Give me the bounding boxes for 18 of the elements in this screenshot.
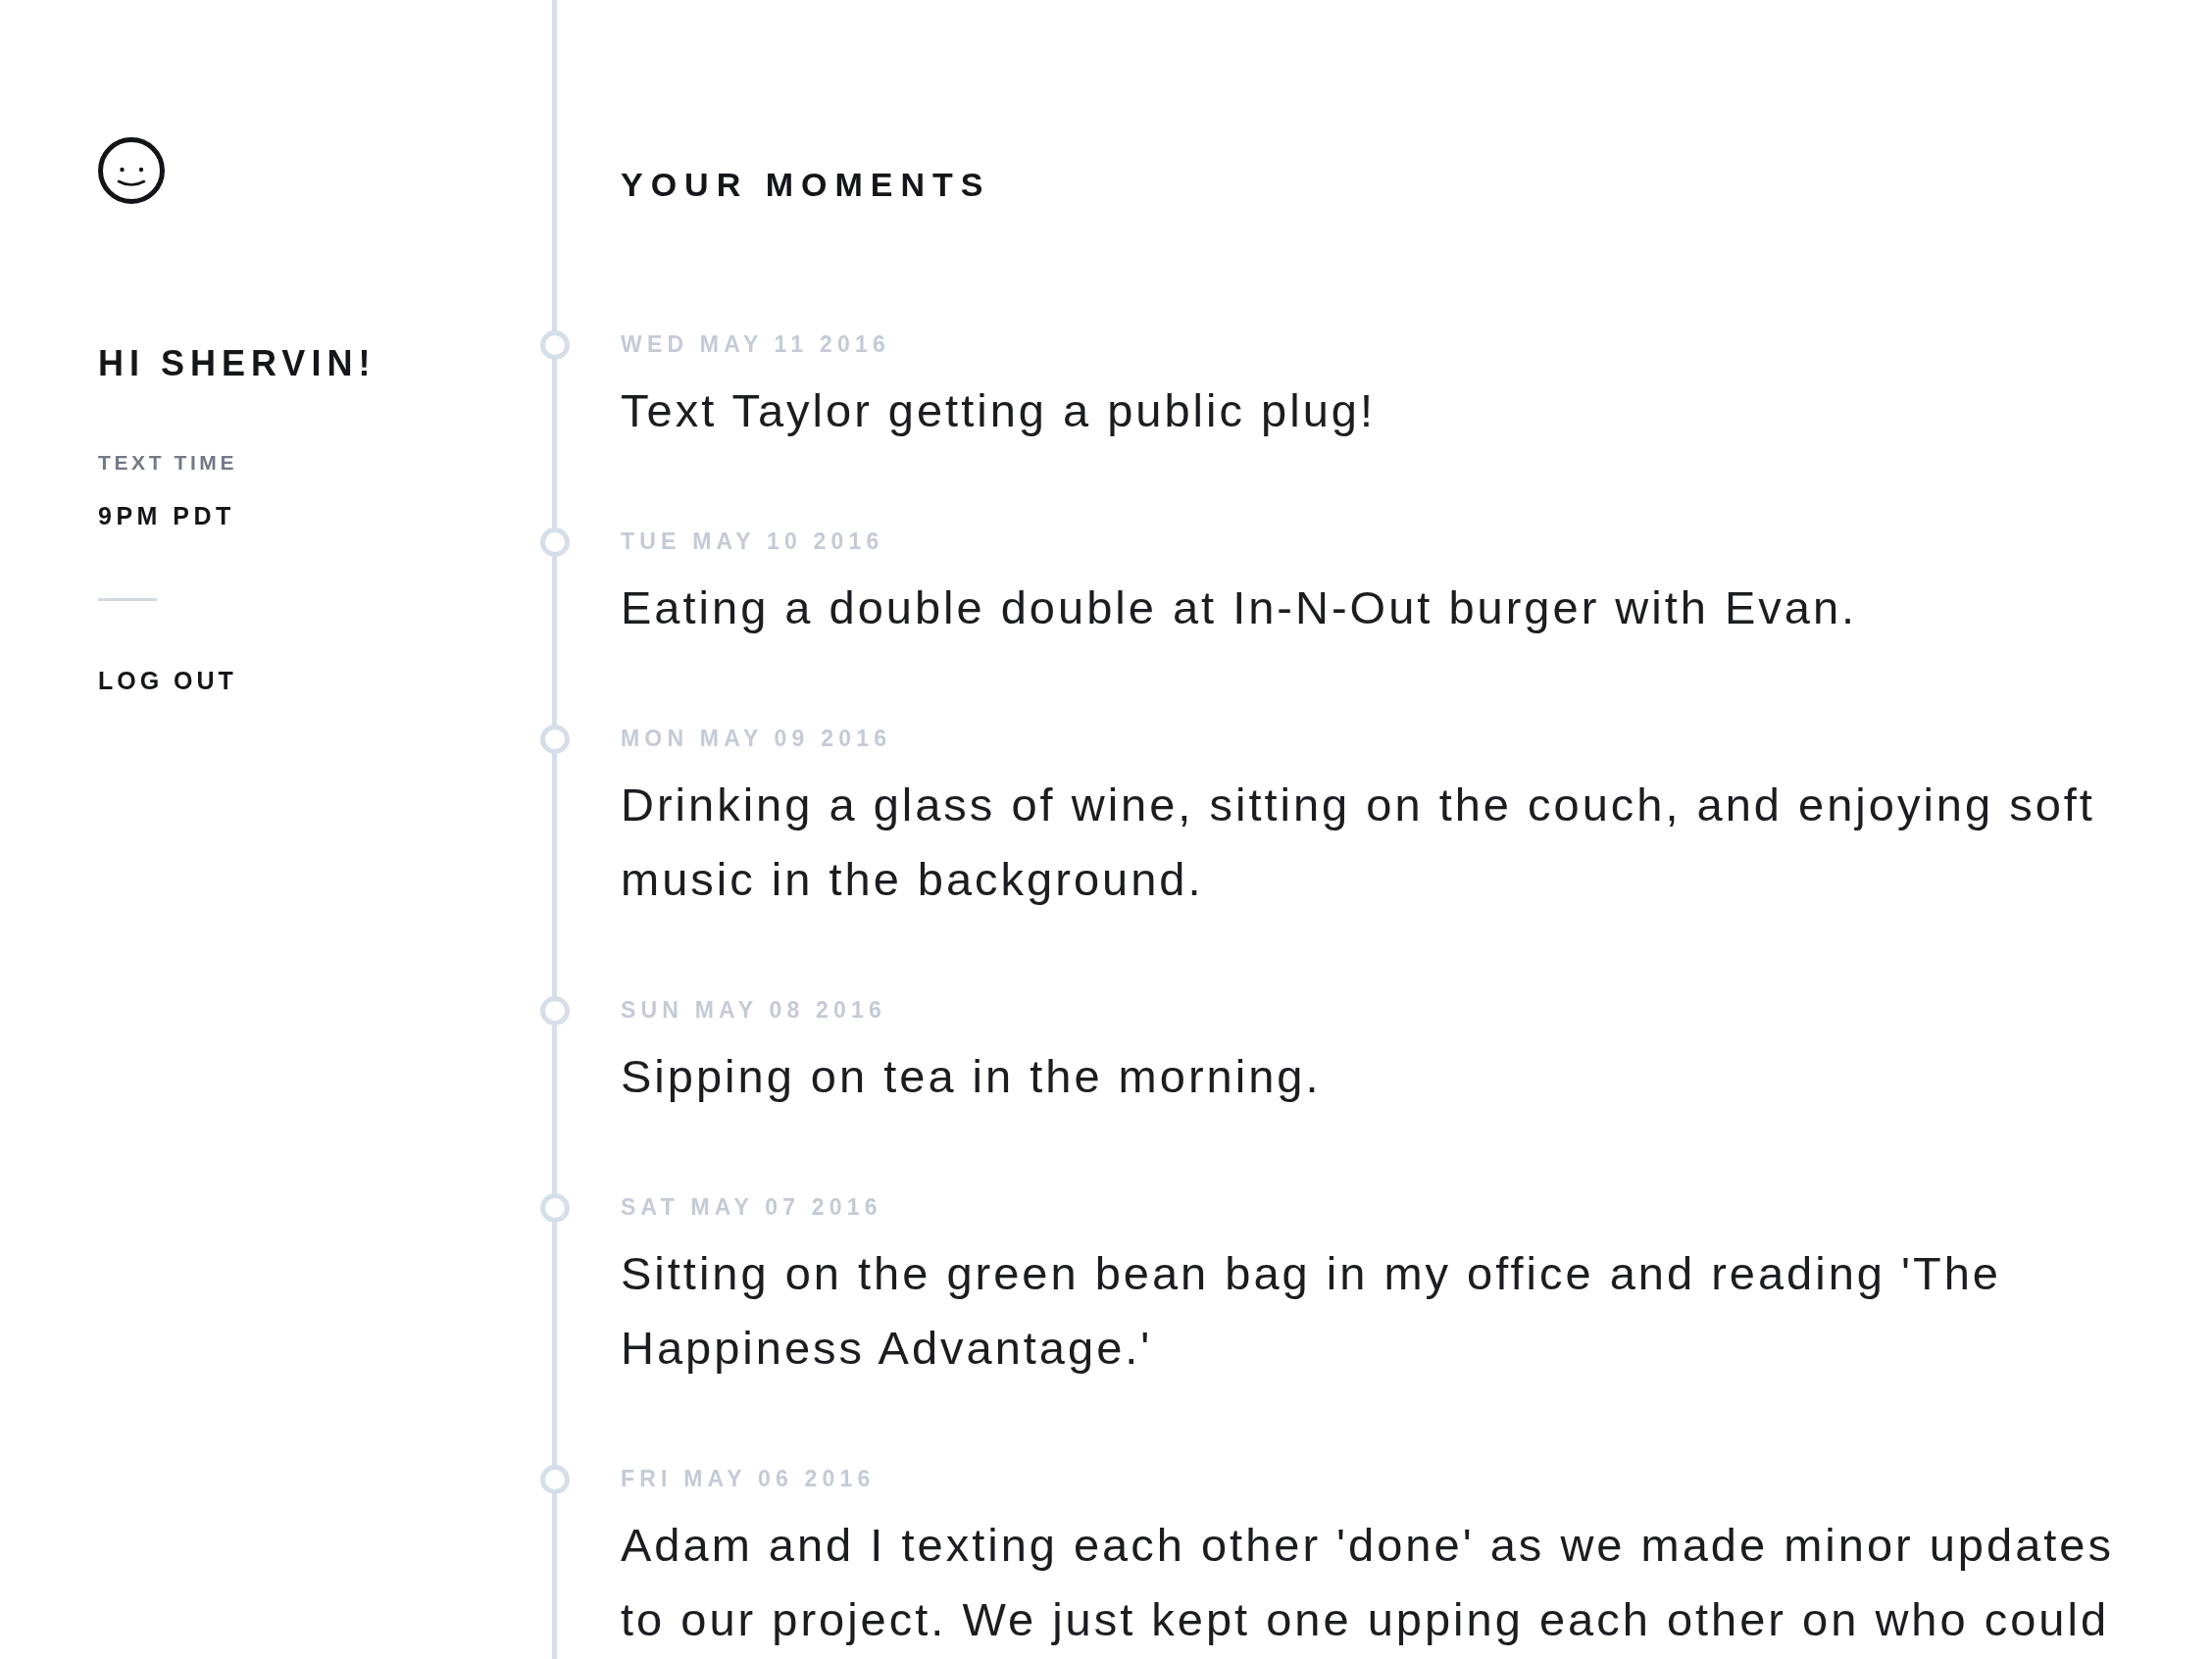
moment-date: SAT MAY 07 2016 (621, 1196, 882, 1219)
moment-date: SUN MAY 08 2016 (621, 999, 887, 1022)
greeting-text: HI SHERVIN! (98, 346, 377, 381)
moment-date: FRI MAY 06 2016 (621, 1468, 876, 1490)
page-title: YOUR MOMENTS (621, 168, 991, 201)
moment-text: Sitting on the green bean bag in my office and reading 'The Happiness Advantage.' (621, 1246, 2002, 1376)
moment-text: Drinking a glass of wine, sitting on the couch, and enjoying soft music in the background. (621, 778, 2096, 907)
moment-text: Sipping on tea in the morning. (621, 1049, 1322, 1104)
moment-date: TUE MAY 10 2016 (621, 530, 884, 553)
text-time-value: 9PM PDT (98, 504, 235, 528)
moment-text: Text Taylor getting a public plug! (621, 383, 1376, 438)
moment-date: MON MAY 09 2016 (621, 728, 892, 750)
moment-date: WED MAY 11 2016 (621, 333, 890, 356)
logout-link[interactable]: LOG OUT (98, 669, 237, 693)
text-time-label: TEXT TIME (98, 452, 238, 473)
moment-text: Adam and I texting each other 'done' as we made minor updates to our project. We just kept one upping each other on who could (621, 1518, 2115, 1647)
smiley-face-icon (98, 137, 165, 204)
moment-text: Eating a double double at In-N-Out burger with Evan. (621, 580, 1858, 635)
